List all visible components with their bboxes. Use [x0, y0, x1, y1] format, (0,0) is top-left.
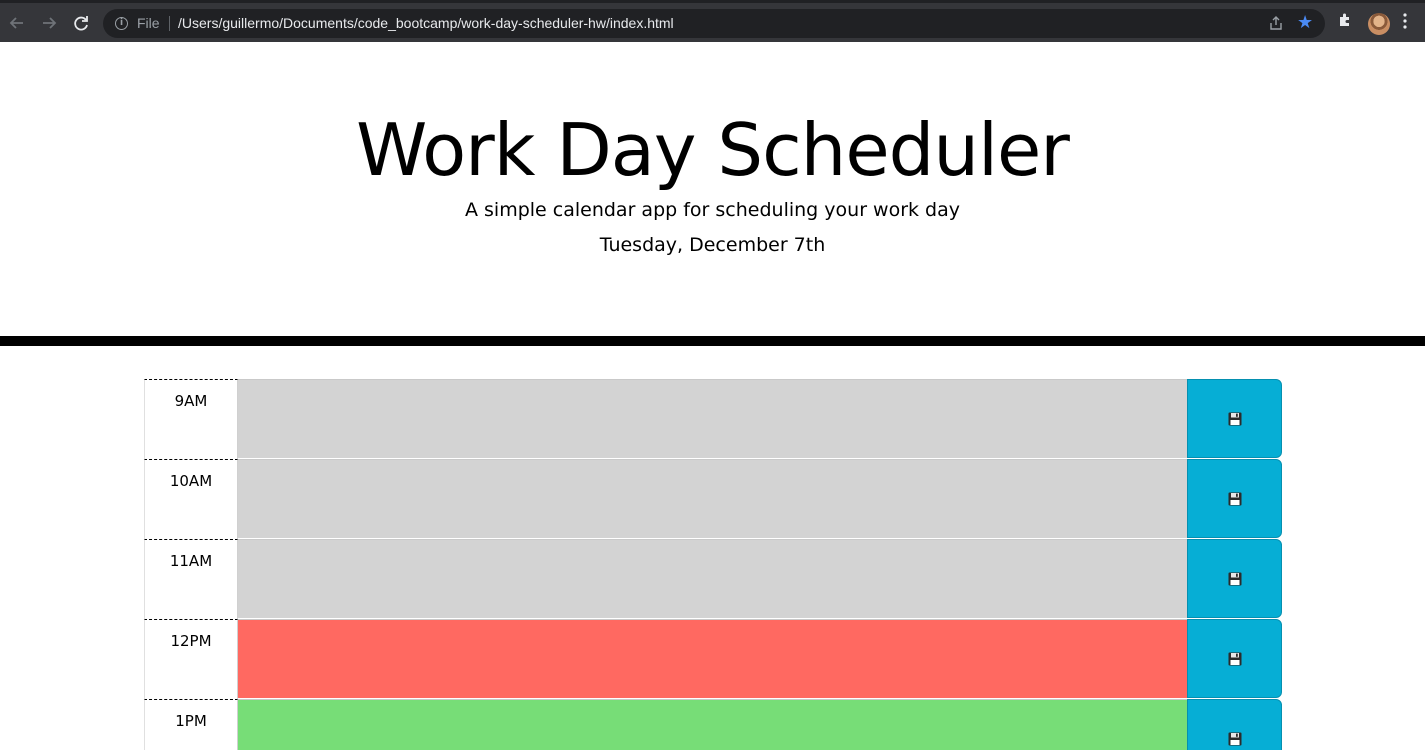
- hour-label: 10AM: [144, 459, 238, 539]
- forward-icon[interactable]: [38, 12, 60, 34]
- extensions-icon[interactable]: [1337, 12, 1353, 34]
- hour-label: 12PM: [144, 619, 238, 699]
- back-icon[interactable]: [6, 12, 28, 34]
- share-icon[interactable]: [1269, 16, 1283, 31]
- hour-label: 11AM: [144, 539, 238, 619]
- menu-icon[interactable]: [1402, 12, 1408, 36]
- event-description-input[interactable]: [238, 699, 1188, 750]
- page-title: Work Day Scheduler: [356, 108, 1070, 192]
- floppy-disk-icon: [1228, 572, 1242, 586]
- hour-label: 1PM: [144, 699, 238, 750]
- current-day: Tuesday, December 7th: [599, 234, 826, 256]
- floppy-disk-icon: [1228, 492, 1242, 506]
- save-button[interactable]: [1187, 379, 1282, 458]
- event-description-input[interactable]: [238, 619, 1188, 698]
- floppy-disk-icon: [1228, 732, 1242, 746]
- bookmark-star-icon[interactable]: ★: [1297, 12, 1313, 34]
- time-block-row: 12PM: [144, 619, 1282, 699]
- browser-toolbar: i File /Users/guillermo/Documents/code_b…: [0, 0, 1425, 42]
- address-separator: [169, 16, 170, 31]
- reload-icon[interactable]: [70, 12, 92, 34]
- time-block-row: 9AM: [144, 379, 1282, 459]
- floppy-disk-icon: [1228, 412, 1242, 426]
- info-icon[interactable]: i: [115, 17, 128, 30]
- save-button[interactable]: [1187, 539, 1282, 618]
- floppy-disk-icon: [1228, 652, 1242, 666]
- time-block-container: 9AM 10AM 11AM 12PM 1PM: [144, 379, 1282, 750]
- time-block-row: 11AM: [144, 539, 1282, 619]
- scheme-label: File: [137, 15, 160, 31]
- header-divider: [0, 336, 1425, 346]
- lead-text: A simple calendar app for scheduling you…: [464, 199, 961, 221]
- time-block-row: 10AM: [144, 459, 1282, 539]
- address-bar[interactable]: i File /Users/guillermo/Documents/code_b…: [103, 9, 1325, 38]
- jumbotron-header: Work Day Scheduler A simple calendar app…: [0, 42, 1425, 336]
- save-button[interactable]: [1187, 459, 1282, 538]
- url-text[interactable]: /Users/guillermo/Documents/code_bootcamp…: [178, 15, 674, 31]
- save-button[interactable]: [1187, 619, 1282, 698]
- save-button[interactable]: [1187, 699, 1282, 750]
- event-description-input[interactable]: [238, 459, 1188, 538]
- profile-avatar[interactable]: [1368, 13, 1390, 35]
- event-description-input[interactable]: [238, 379, 1188, 458]
- event-description-input[interactable]: [238, 539, 1188, 618]
- time-block-row: 1PM: [144, 699, 1282, 750]
- hour-label: 9AM: [144, 379, 238, 459]
